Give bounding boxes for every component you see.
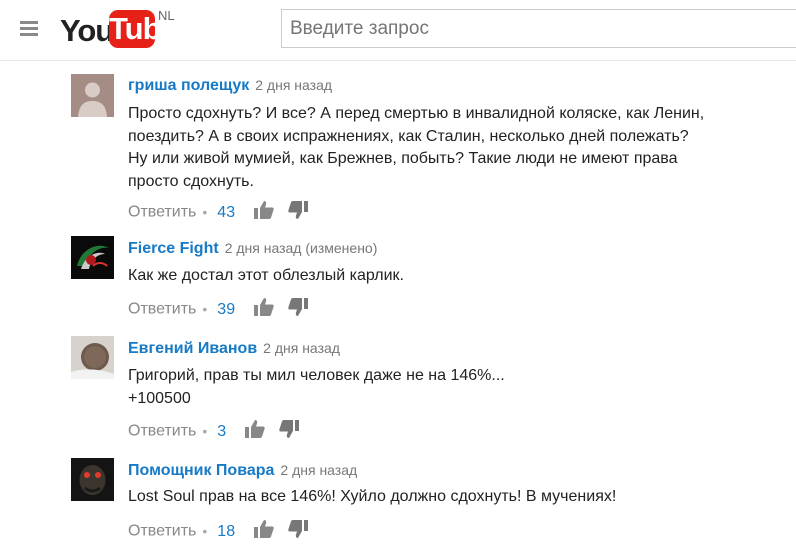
thumbs-down-icon[interactable] <box>288 201 308 224</box>
thumbs-up-icon[interactable] <box>244 420 265 443</box>
comment-author[interactable]: Fierce Fight <box>128 240 219 257</box>
comment-author[interactable]: Помощник Повара <box>128 462 274 479</box>
comment-text: Lost Soul прав на все 146%! Хуйло должно… <box>128 486 788 509</box>
thumbs-down-icon[interactable] <box>288 298 308 321</box>
thumbs-down-icon[interactable] <box>279 420 300 443</box>
thumbs-up-icon[interactable] <box>253 201 274 224</box>
comment-line: поездить? А в своих испражнениях, как Ст… <box>128 127 689 145</box>
comment-time[interactable]: 2 дня назад <box>255 77 332 93</box>
comment-line: Lost Soul прав на все 146%! Хуйло должно… <box>128 488 617 505</box>
like-count: 43 <box>217 203 236 221</box>
search-input[interactable] <box>281 9 796 48</box>
comment-line: просто сдохнуть. <box>128 172 254 190</box>
avatar[interactable] <box>71 336 114 379</box>
comment-time[interactable]: 2 дня назад <box>280 462 357 478</box>
avatar[interactable] <box>71 458 114 501</box>
comment-actions: Ответить • 3 <box>128 420 300 443</box>
comment-line: Как же достал этот облезлый карлик. <box>128 267 404 284</box>
comment-text: Как же достал этот облезлый карлик. <box>128 265 788 288</box>
comment-time[interactable]: 2 дня назад (изменено) <box>225 240 378 256</box>
logo-region-label: NL <box>158 8 175 23</box>
reply-button[interactable]: Ответить <box>128 523 196 540</box>
logo-you-text: You <box>60 13 114 48</box>
comment-author[interactable]: гриша полещук <box>128 77 249 94</box>
separator-dot: • <box>202 203 208 220</box>
avatar[interactable] <box>71 236 114 279</box>
like-count: 18 <box>217 522 236 540</box>
hamburger-menu-icon[interactable] <box>20 21 38 37</box>
thumbs-down-icon[interactable] <box>288 520 308 543</box>
comment-text: Просто сдохнуть? И все? А перед смертью … <box>128 103 788 193</box>
separator-dot: • <box>202 422 208 439</box>
logo-tube-text: Tube <box>109 10 178 48</box>
reply-button[interactable]: Ответить <box>128 204 196 221</box>
comment-header: Fierce Fight 2 дня назад (изменено) <box>128 240 377 258</box>
comment-actions: Ответить • 18 <box>128 520 308 542</box>
comment-author[interactable]: Евгений Иванов <box>128 340 257 357</box>
comment-actions: Ответить • 43 <box>128 201 308 223</box>
comment-line: +100500 <box>128 389 191 407</box>
separator-dot: • <box>202 522 208 539</box>
comment-line: Григорий, прав ты мил человек даже не на… <box>128 367 505 384</box>
like-count: 3 <box>217 422 227 440</box>
top-bar: You Tube NL <box>0 0 796 61</box>
comment-time[interactable]: 2 дня назад <box>263 340 340 356</box>
comment-text: Григорий, прав ты мил человек даже не на… <box>128 365 788 410</box>
comment-actions: Ответить • 39 <box>128 298 308 320</box>
comment-line: Просто сдохнуть? И все? А перед смертью … <box>128 105 705 122</box>
comment-line: Ну или живой мумией, как Брежнев, побыть… <box>128 150 678 167</box>
comment-header: Евгений Иванов 2 дня назад <box>128 340 340 358</box>
comment-header: Помощник Повара 2 дня назад <box>128 462 357 480</box>
reply-button[interactable]: Ответить <box>128 301 196 318</box>
comment-header: гриша полещук 2 дня назад <box>128 77 332 95</box>
separator-dot: • <box>202 300 208 317</box>
thumbs-up-icon[interactable] <box>253 298 274 321</box>
thumbs-up-icon[interactable] <box>253 520 274 543</box>
avatar[interactable] <box>71 74 114 117</box>
reply-button[interactable]: Ответить <box>128 423 196 440</box>
like-count: 39 <box>217 300 236 318</box>
